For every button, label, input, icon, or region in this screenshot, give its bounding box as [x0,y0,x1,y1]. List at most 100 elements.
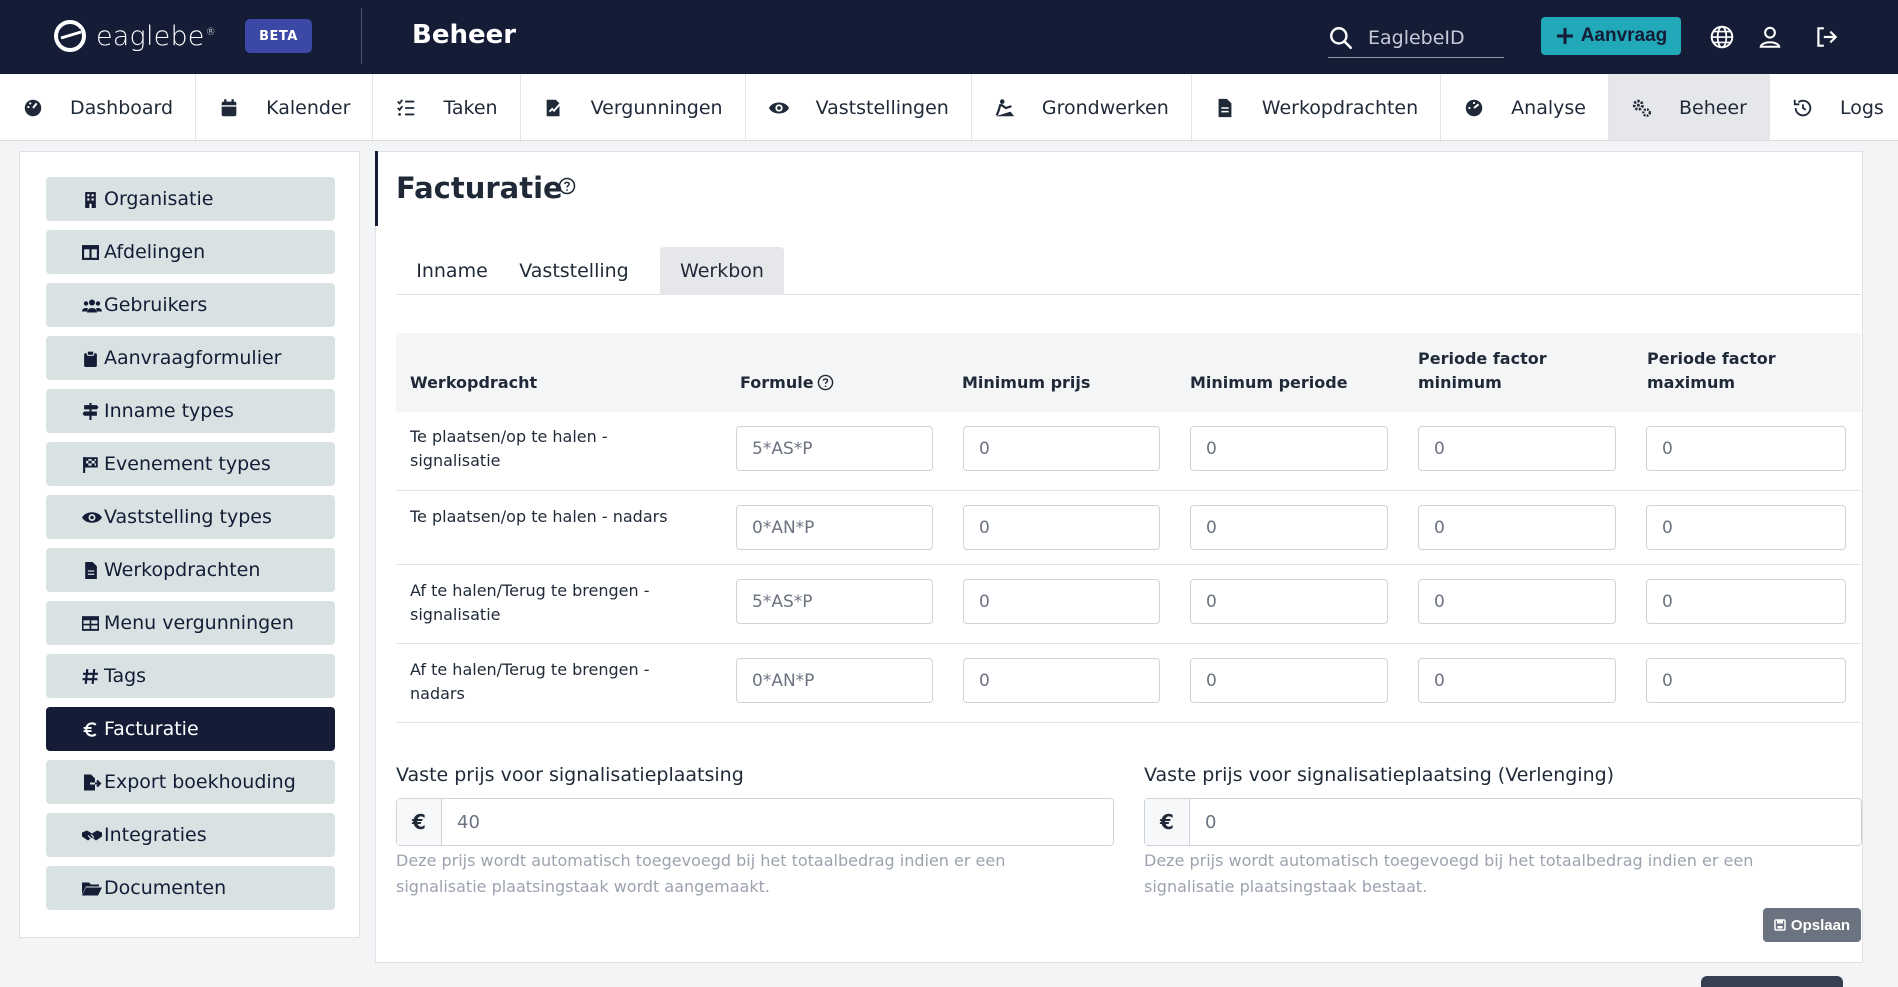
periode-factor-minimum-input[interactable] [1418,579,1616,624]
minimum-prijs-input[interactable] [963,658,1160,703]
minimum-periode-input[interactable] [1190,505,1388,550]
sidebar-item-label: Inname types [104,400,234,422]
table-columns-icon [82,244,99,260]
nav-item-vergunningen[interactable]: Vergunningen [521,74,746,140]
sidebar-item-afdelingen[interactable]: Afdelingen [46,230,335,274]
sidebar-item-integraties[interactable]: Integraties [46,813,335,857]
sidebar-item-facturatie[interactable]: Facturatie [46,707,335,751]
header-divider [361,8,362,64]
sidebar-item-label: Organisatie [104,188,214,210]
floating-panel-edge [1701,976,1843,987]
sidebar-item-label: Facturatie [104,718,199,740]
hashtag-icon [82,668,98,684]
formule-input[interactable] [736,505,933,550]
fixed-price-field: € [396,798,1114,846]
sidebar-item-gebruikers[interactable]: Gebruikers [46,283,335,327]
handshake-icon [82,830,102,840]
signs-icon [82,402,99,420]
logo[interactable]: eaglebe® [52,18,216,54]
sidebar-item-documenten[interactable]: Documenten [46,866,335,910]
sidebar-item-organisatie[interactable]: Organisatie [46,177,335,221]
sidebar-item-inname-types[interactable]: Inname types [46,389,335,433]
nav-item-label: Vaststellingen [815,96,949,119]
help-icon[interactable] [558,177,576,195]
nav-item-werkopdrachten[interactable]: Werkopdrachten [1192,74,1442,140]
sidebar-item-label: Aanvraagformulier [104,347,282,369]
sidebar-item-tags[interactable]: Tags [46,654,335,698]
sidebar-item-vaststelling-types[interactable]: Vaststelling types [46,495,335,539]
nav-item-analyse[interactable]: Analyse [1441,74,1609,140]
sidebar-item-aanvraagformulier[interactable]: Aanvraagformulier [46,336,335,380]
minimum-periode-input[interactable] [1190,658,1388,703]
file-icon [85,561,97,579]
nav-item-beheer[interactable]: Beheer [1608,74,1770,140]
formule-input[interactable] [736,579,933,624]
fixed-price-help: Deze prijs wordt automatisch toegevoegd … [396,851,1006,896]
flag-icon [83,456,98,473]
help-icon[interactable] [817,374,834,391]
tab-werkbon[interactable]: Werkbon [660,247,784,295]
fixed-price-extension-help: Deze prijs wordt automatisch toegevoegd … [1144,851,1754,896]
periode-factor-maximum-input[interactable] [1646,579,1846,624]
title-accent [375,151,378,226]
nav-item-taken[interactable]: Taken [373,74,521,140]
tab-vaststelling[interactable]: Vaststelling [508,247,640,295]
nav-item-kalender[interactable]: Kalender [196,74,374,140]
search-bar [1328,18,1504,58]
formule-input[interactable] [736,658,933,703]
formule-input[interactable] [736,426,933,471]
minimum-prijs-input[interactable] [963,505,1160,550]
tasks-icon [397,98,415,116]
plus-icon [1556,28,1573,44]
sidebar-item-menu-vergunningen[interactable]: Menu vergunningen [46,601,335,645]
periode-factor-minimum-input[interactable] [1418,658,1616,703]
logo-text: eaglebe® [96,20,216,52]
table-header [396,333,1861,412]
search-input[interactable] [1368,26,1498,49]
search-icon[interactable] [1328,25,1354,51]
aanvraag-button[interactable]: Aanvraag [1541,17,1681,55]
row-label: Te plaatsen/op te halen - signalisatie [410,427,608,470]
nav-item-dashboard[interactable]: Dashboard [0,74,197,140]
beta-badge: BETA [245,19,312,53]
dashboard-icon [24,99,42,116]
col-header-periode-factor-minimum: Periode factor minimum [1418,349,1547,392]
periode-factor-minimum-input[interactable] [1418,426,1616,471]
nav-item-label: Dashboard [70,96,174,119]
euro-icon [83,721,97,737]
nav-item-grondwerken[interactable]: Grondwerken [972,74,1192,140]
periode-factor-maximum-input[interactable] [1646,658,1846,703]
periode-factor-maximum-input[interactable] [1646,426,1846,471]
minimum-periode-input[interactable] [1190,579,1388,624]
logout-icon[interactable] [1813,24,1839,50]
minimum-periode-input[interactable] [1190,426,1388,471]
file-icon [1218,98,1232,117]
col-header-formule: Formule [740,373,814,392]
row-label: Af te halen/Terug te brengen - nadars [410,660,650,703]
fixed-price-input[interactable] [442,799,1113,845]
nav-item-label: Vergunningen [590,96,723,119]
sidebar-item-label: Integraties [104,824,207,846]
col-header-minimum-prijs: Minimum prijs [962,373,1091,392]
periode-factor-maximum-input[interactable] [1646,505,1846,550]
minimum-prijs-input[interactable] [963,426,1160,471]
nav-item-logs[interactable]: Logs [1770,74,1898,140]
periode-factor-minimum-input[interactable] [1418,505,1616,550]
nav-item-label: Logs [1839,96,1884,119]
minimum-prijs-input[interactable] [963,579,1160,624]
page-title: Facturatie [396,171,563,205]
page-header-title: Beheer [412,20,517,50]
nav-item-vaststellingen[interactable]: Vaststellingen [746,74,972,140]
sidebar-item-label: Gebruikers [104,294,208,316]
sidebar-item-evenement-types[interactable]: Evenement types [46,442,335,486]
fixed-price-extension-input[interactable] [1190,799,1861,845]
col-header-periode-factor-maximum: Periode factor maximum [1647,349,1776,392]
sidebar-item-werkopdrachten[interactable]: Werkopdrachten [46,548,335,592]
user-icon[interactable] [1757,24,1783,50]
tab-inname[interactable]: Inname [396,247,508,295]
sidebar-item-export-boekhouding[interactable]: Export boekhouding [46,760,335,804]
save-button[interactable]: Opslaan [1763,908,1861,942]
sidebar-item-label: Evenement types [104,453,271,475]
globe-icon[interactable] [1709,24,1735,50]
eye-icon [82,511,102,523]
